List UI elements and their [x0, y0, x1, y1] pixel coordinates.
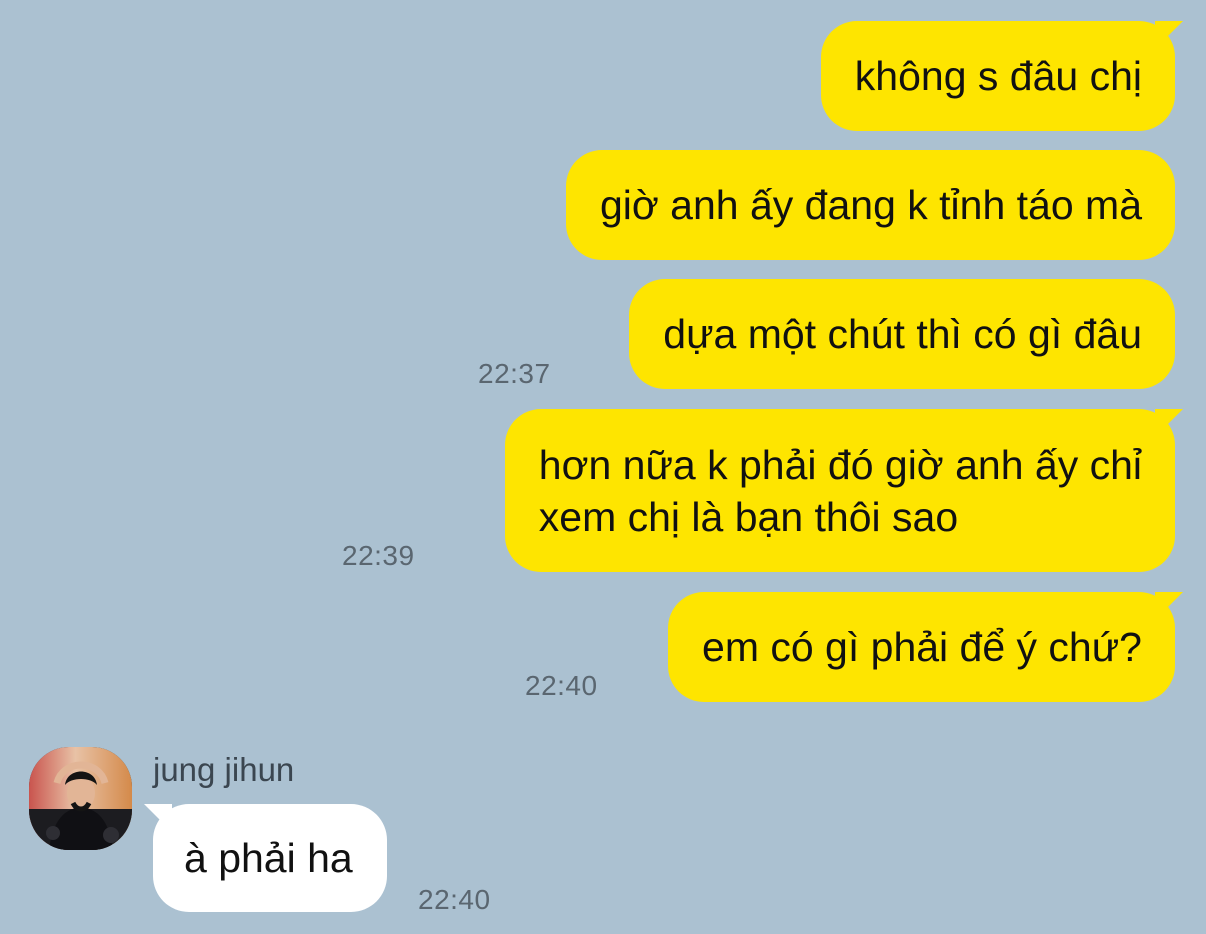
message-text: à phải ha: [184, 835, 353, 881]
message-timestamp: 22:39: [342, 540, 415, 571]
message-text: dựa một chút thì có gì đâu: [663, 311, 1142, 357]
message-bubble-incoming[interactable]: à phải ha: [153, 804, 387, 912]
message-text: em có gì phải để ý chứ?: [702, 624, 1142, 670]
message-bubble-outgoing[interactable]: giờ anh ấy đang k tỉnh táo mà: [565, 150, 1175, 260]
message-bubble-outgoing[interactable]: hơn nữa k phải đó giờ anh ấy chỉ xem chị…: [504, 409, 1175, 572]
sender-avatar[interactable]: [29, 747, 132, 850]
message-text-line: xem chị là bạn thôi sao: [538, 493, 959, 540]
message-bubble-outgoing[interactable]: em có gì phải để ý chứ?: [668, 592, 1175, 702]
message-text: không s đâu chị: [854, 53, 1142, 99]
chat-thread: không s đâu chị giờ anh ấy đang k tỉnh t…: [0, 0, 1206, 934]
message-timestamp: 22:37: [478, 358, 551, 389]
message-timestamp: 22:40: [418, 884, 491, 915]
message-text: giờ anh ấy đang k tỉnh táo mà: [599, 182, 1142, 228]
message-text-line: hơn nữa k phải đó giờ anh ấy chỉ: [538, 441, 1142, 488]
message-timestamp: 22:40: [525, 670, 598, 701]
sender-name: jung jihun: [153, 751, 295, 788]
message-bubble-outgoing[interactable]: dựa một chút thì có gì đâu: [629, 279, 1175, 389]
message-bubble-outgoing[interactable]: không s đâu chị: [820, 21, 1175, 131]
avatar-image: [29, 747, 132, 850]
